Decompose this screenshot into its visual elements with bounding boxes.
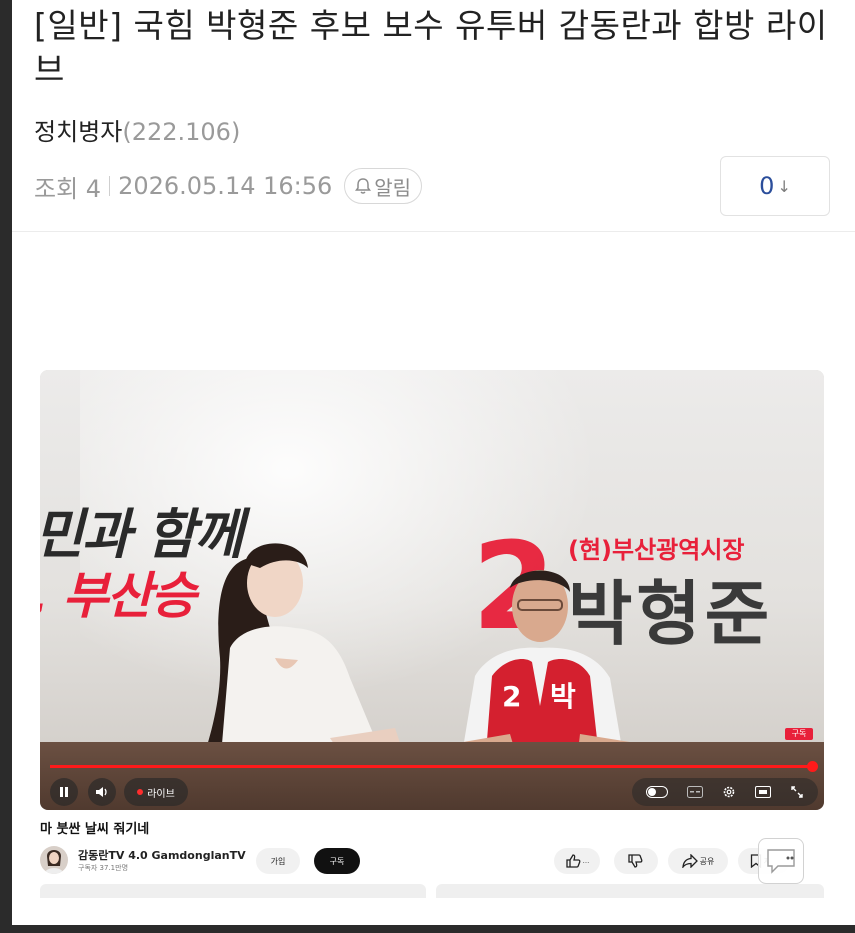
related-card[interactable]: [40, 884, 426, 898]
author-name[interactable]: 정치병자: [34, 118, 122, 146]
related-card[interactable]: [436, 884, 824, 898]
author-ip: (222.106): [122, 118, 241, 146]
dislike-button[interactable]: [614, 848, 658, 874]
share-label: 공유: [699, 856, 715, 866]
live-indicator[interactable]: 라이브: [124, 778, 188, 806]
post-header: [일반] 국힘 박형준 후보 보수 유투버 감동란과 합방 라이브 정치병자(2…: [12, 0, 855, 232]
share-button[interactable]: 공유: [668, 848, 728, 874]
thumbs-up-icon: [566, 854, 581, 868]
youtube-embed[interactable]: 민과 함께 , 부산승 2 (현)부산광역시장 박형준 2 박 구독 라이브: [40, 370, 824, 810]
man-figure: 2 박: [440, 570, 655, 766]
subscriber-count: 구독자 37.1만명: [78, 864, 129, 872]
corner-badge: 구독: [785, 728, 813, 740]
down-arrow-icon: ↓: [777, 176, 791, 196]
floating-chat-button[interactable]: [758, 838, 804, 884]
avatar-image: [44, 850, 64, 874]
thumbs-down-icon: [628, 854, 643, 868]
alarm-label: 알림: [374, 175, 412, 200]
banner-text-line2: , 부산승: [40, 567, 196, 625]
join-button[interactable]: 가입: [256, 848, 300, 874]
woman-figure: [200, 543, 400, 768]
live-label: 라이브: [147, 788, 175, 800]
post-meta: 조회 4 2026.05.14 16:56 알림: [34, 166, 423, 206]
volume-button[interactable]: [88, 778, 116, 806]
vest-name: 박: [550, 680, 576, 713]
post-datetime: 2026.05.14 16:56: [118, 172, 333, 200]
progress-handle[interactable]: [807, 761, 818, 772]
bell-icon: [355, 178, 372, 194]
volume-icon: [96, 787, 107, 797]
channel-avatar[interactable]: [40, 846, 68, 874]
post-page: [일반] 국힘 박형준 후보 보수 유투버 감동란과 합방 라이브 정치병자(2…: [12, 0, 855, 925]
chat-bubble-icon: [767, 849, 795, 874]
alarm-button[interactable]: 알림: [344, 168, 423, 204]
post-title: [일반] 국힘 박형준 후보 보수 유투버 감동란과 합방 라이브: [34, 6, 828, 89]
settings-gear-icon[interactable]: [722, 785, 736, 799]
author-row: 정치병자(222.106): [34, 112, 240, 147]
progress-fill: [50, 765, 812, 768]
comment-count: 0: [759, 172, 775, 200]
miniplayer-icon[interactable]: [755, 786, 772, 798]
fullscreen-icon[interactable]: [790, 785, 804, 799]
pause-icon: [60, 787, 68, 797]
channel-name[interactable]: 감동란TV 4.0 GamdonglanTV: [78, 847, 246, 863]
captions-icon[interactable]: [686, 786, 703, 798]
autoplay-toggle-icon[interactable]: [645, 786, 668, 798]
related-cards: [40, 884, 824, 900]
subscribe-button[interactable]: 구독: [314, 848, 360, 874]
like-count: ...: [582, 857, 590, 865]
vest-number: 2: [502, 680, 521, 713]
share-arrow-icon: [681, 854, 698, 868]
view-count: 조회 4: [34, 174, 102, 203]
player-right-controls: [632, 778, 818, 806]
meta-divider: [109, 176, 111, 196]
like-button[interactable]: ...: [554, 848, 600, 874]
pause-button[interactable]: [50, 778, 78, 806]
video-title[interactable]: 마 붓싼 날씨 줘기네: [40, 818, 149, 837]
channel-row: 감동란TV 4.0 GamdonglanTV 구독자 37.1만명 가입 구독 …: [40, 844, 830, 878]
live-dot-icon: [137, 789, 144, 795]
comment-count-button[interactable]: 0 ↓: [720, 156, 830, 216]
